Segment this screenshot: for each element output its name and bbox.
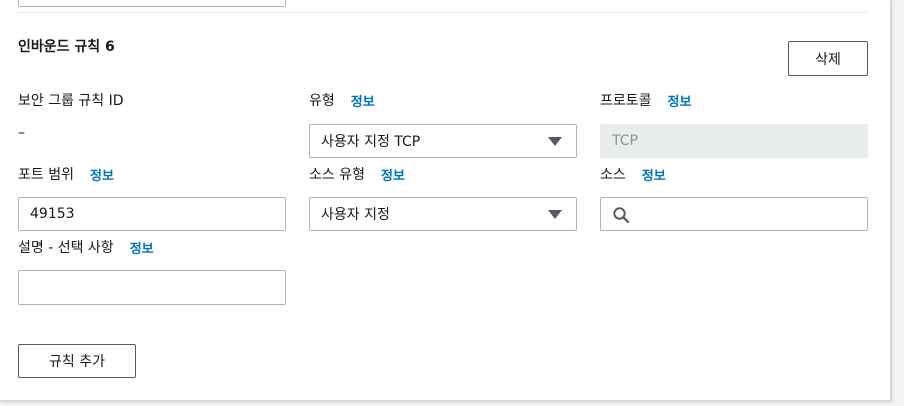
source-search-input[interactable] xyxy=(600,197,868,231)
rule-id-label-text: 보안 그룹 규칙 ID xyxy=(18,93,124,109)
type-label-text: 유형 xyxy=(309,93,335,109)
delete-button[interactable]: 삭제 xyxy=(788,41,868,76)
description-input[interactable] xyxy=(18,270,286,305)
caret-down-icon xyxy=(548,137,562,146)
protocol-label: 프로토콜 정보 xyxy=(600,90,691,110)
port-range-input[interactable]: 49153 xyxy=(18,197,286,231)
protocol-input-value: TCP xyxy=(612,133,638,149)
rule-title: 인바운드 규칙 6 xyxy=(18,39,115,55)
source-type-info-link[interactable]: 정보 xyxy=(381,165,405,184)
rule-id-value: – xyxy=(18,125,25,141)
source-type-label-text: 소스 유형 xyxy=(309,167,365,183)
search-icon xyxy=(612,206,630,224)
source-label-text: 소스 xyxy=(600,167,626,183)
protocol-input: TCP xyxy=(600,124,868,158)
rule-divider xyxy=(18,12,867,13)
inbound-rules-panel: 인바운드 규칙 6 삭제 보안 그룹 규칙 ID 유형 정보 프로토콜 정보 –… xyxy=(0,0,891,401)
source-label: 소스 정보 xyxy=(600,164,666,184)
port-range-input-value: 49153 xyxy=(30,206,75,222)
previous-rule-input[interactable] xyxy=(18,0,286,7)
caret-down-icon xyxy=(548,210,562,219)
source-type-select[interactable]: 사용자 지정 xyxy=(309,197,577,231)
rule-id-label: 보안 그룹 규칙 ID xyxy=(18,90,124,110)
port-range-label: 포트 범위 정보 xyxy=(18,164,114,184)
protocol-info-link[interactable]: 정보 xyxy=(668,91,692,110)
type-label: 유형 정보 xyxy=(309,90,375,110)
port-range-info-link[interactable]: 정보 xyxy=(90,165,114,184)
type-info-link[interactable]: 정보 xyxy=(351,91,375,110)
source-info-link[interactable]: 정보 xyxy=(642,165,666,184)
type-select[interactable]: 사용자 지정 TCP xyxy=(309,124,577,158)
description-label-text: 설명 - 선택 사항 xyxy=(18,240,114,256)
source-type-label: 소스 유형 정보 xyxy=(309,164,405,184)
source-type-select-value: 사용자 지정 xyxy=(321,207,390,223)
add-rule-button[interactable]: 규칙 추가 xyxy=(18,344,136,378)
protocol-label-text: 프로토콜 xyxy=(600,93,652,109)
type-select-value: 사용자 지정 TCP xyxy=(321,134,421,150)
port-range-label-text: 포트 범위 xyxy=(18,167,74,183)
description-info-link[interactable]: 정보 xyxy=(130,238,154,257)
description-label: 설명 - 선택 사항 정보 xyxy=(18,237,154,257)
